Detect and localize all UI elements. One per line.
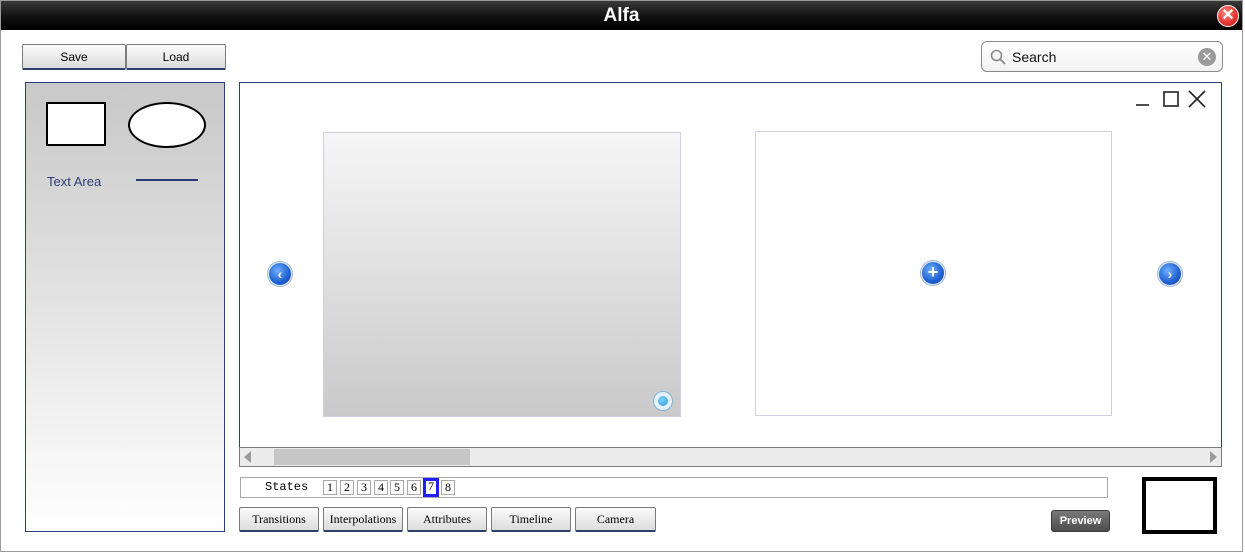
save-button[interactable]: Save	[22, 44, 126, 70]
maximize-icon[interactable]	[1161, 89, 1181, 109]
preview-button[interactable]: Preview	[1051, 510, 1110, 532]
state-number[interactable]: 6	[407, 480, 421, 495]
minimize-icon[interactable]	[1133, 89, 1153, 109]
camera-button[interactable]: Camera	[575, 507, 656, 532]
search-input[interactable]: Search	[1012, 49, 1056, 65]
clear-search-icon[interactable]: ✕	[1198, 48, 1216, 66]
close-panel-icon[interactable]	[1187, 89, 1207, 109]
preview-thumbnail	[1142, 477, 1217, 534]
ellipse-tool[interactable]	[128, 102, 206, 148]
previous-state-icon[interactable]: ‹	[268, 262, 292, 286]
state-number-active[interactable]: 7	[423, 478, 439, 497]
state-number[interactable]: 8	[441, 480, 455, 495]
window-title: Alfa	[603, 5, 640, 26]
state-number[interactable]: 4	[374, 480, 388, 495]
state-number[interactable]: 2	[340, 480, 354, 495]
state-select-radio[interactable]	[653, 391, 673, 411]
states-bar: States 1 2 3 4 5 6 7 8	[240, 477, 1108, 498]
scroll-thumb[interactable]	[274, 449, 470, 465]
add-state-icon[interactable]: +	[921, 261, 945, 285]
line-tool[interactable]	[136, 179, 198, 181]
title-bar: Alfa ✕	[1, 1, 1242, 30]
search-field[interactable]: Search ✕	[981, 41, 1223, 72]
scroll-left-arrow-icon[interactable]	[244, 451, 251, 463]
shape-palette: Text Area	[25, 82, 225, 532]
scroll-right-arrow-icon[interactable]	[1210, 451, 1217, 463]
state-card-current[interactable]	[323, 132, 681, 417]
interpolations-button[interactable]: Interpolations	[323, 507, 403, 532]
state-number[interactable]: 5	[390, 480, 404, 495]
state-number[interactable]: 1	[323, 480, 337, 495]
state-number[interactable]: 3	[357, 480, 371, 495]
states-label: States	[265, 480, 309, 494]
text-area-tool[interactable]: Text Area	[47, 174, 101, 189]
load-button[interactable]: Load	[126, 44, 226, 70]
horizontal-scrollbar[interactable]	[239, 447, 1222, 467]
close-window-icon[interactable]: ✕	[1217, 5, 1239, 27]
states-canvas-panel: ‹ + ›	[239, 82, 1222, 467]
attributes-button[interactable]: Attributes	[407, 507, 487, 532]
search-icon	[990, 49, 1006, 65]
next-state-icon[interactable]: ›	[1158, 262, 1182, 286]
timeline-button[interactable]: Timeline	[491, 507, 571, 532]
rectangle-tool[interactable]	[46, 102, 106, 146]
app-window: Alfa ✕ Save Load Search ✕ Text Area ‹ + …	[0, 0, 1243, 552]
transitions-button[interactable]: Transitions	[239, 507, 319, 532]
